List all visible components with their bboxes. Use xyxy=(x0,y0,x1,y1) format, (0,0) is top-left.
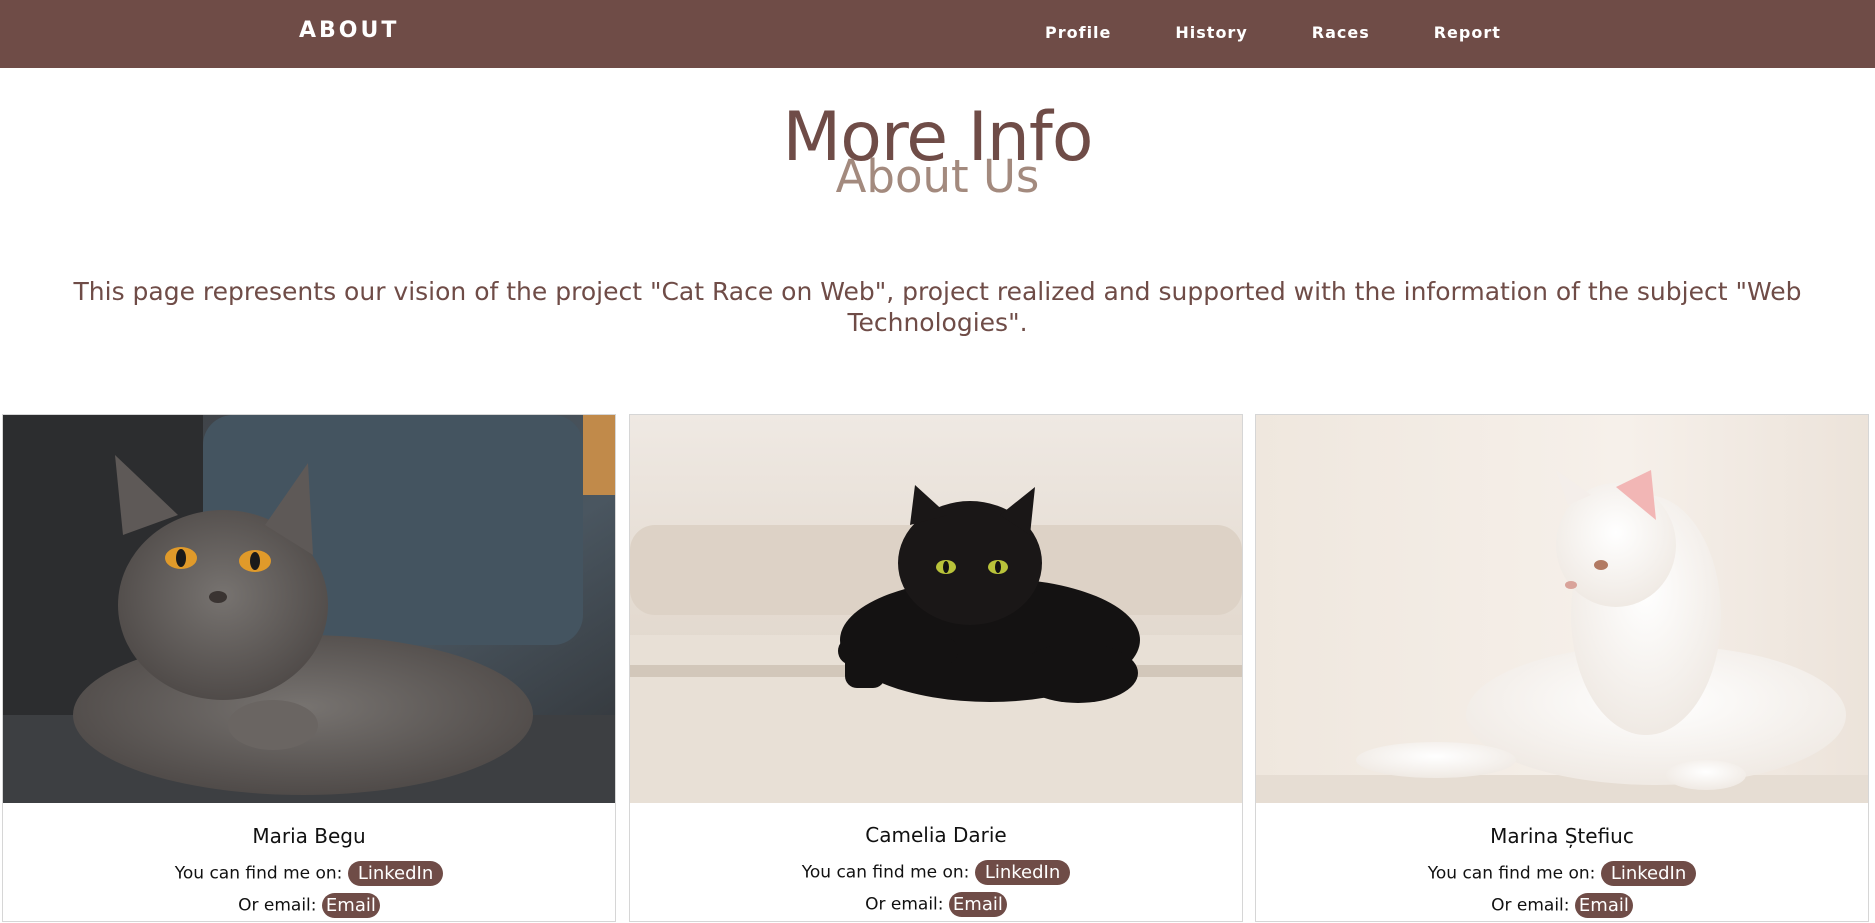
email-button[interactable]: Email xyxy=(948,892,1007,917)
find-me-label: You can find me on: xyxy=(801,862,970,883)
linkedin-row: You can find me on: LinkedIn xyxy=(630,860,1242,885)
nav-link-report[interactable]: Report xyxy=(1434,23,1501,42)
email-label: Or email: xyxy=(238,895,317,916)
page-description: This page represents our vision of the p… xyxy=(73,277,1802,337)
page-subtitle: About Us xyxy=(835,150,1040,203)
team-card-3: Marina Ștefiuc You can find me on: Linke… xyxy=(1255,414,1869,922)
member-name: Marina Ștefiuc xyxy=(1490,824,1634,848)
linkedin-row: You can find me on: LinkedIn xyxy=(1256,861,1868,886)
nav-link-races[interactable]: Races xyxy=(1312,23,1370,42)
email-row: Or email: Email xyxy=(630,892,1242,917)
email-label: Or email: xyxy=(1491,895,1570,916)
black-cat-photo xyxy=(630,415,1242,803)
linkedin-button[interactable]: LinkedIn xyxy=(1600,861,1697,886)
email-button[interactable]: Email xyxy=(321,893,380,918)
linkedin-button[interactable]: LinkedIn xyxy=(974,860,1071,885)
team-card-2: Camelia Darie You can find me on: Linked… xyxy=(629,414,1243,922)
member-name: Maria Begu xyxy=(252,824,366,848)
nav-links: Profile History Races Report xyxy=(1045,23,1501,42)
nav-link-history[interactable]: History xyxy=(1175,23,1247,42)
email-row: Or email: Email xyxy=(3,893,615,918)
email-row: Or email: Email xyxy=(1256,893,1868,918)
top-navbar: ABOUT Profile History Races Report xyxy=(0,0,1875,68)
brand-link[interactable]: ABOUT xyxy=(299,18,399,43)
grey-cat-photo xyxy=(3,415,615,803)
email-button[interactable]: Email xyxy=(1574,893,1633,918)
linkedin-row: You can find me on: LinkedIn xyxy=(3,861,615,886)
team-card-1: Maria Begu You can find me on: LinkedIn … xyxy=(2,414,616,922)
email-label: Or email: xyxy=(865,894,944,915)
find-me-label: You can find me on: xyxy=(1427,863,1596,884)
find-me-label: You can find me on: xyxy=(174,863,343,884)
linkedin-button[interactable]: LinkedIn xyxy=(347,861,444,886)
member-name: Camelia Darie xyxy=(865,823,1007,847)
white-cat-photo xyxy=(1256,415,1868,803)
nav-link-profile[interactable]: Profile xyxy=(1045,23,1111,42)
